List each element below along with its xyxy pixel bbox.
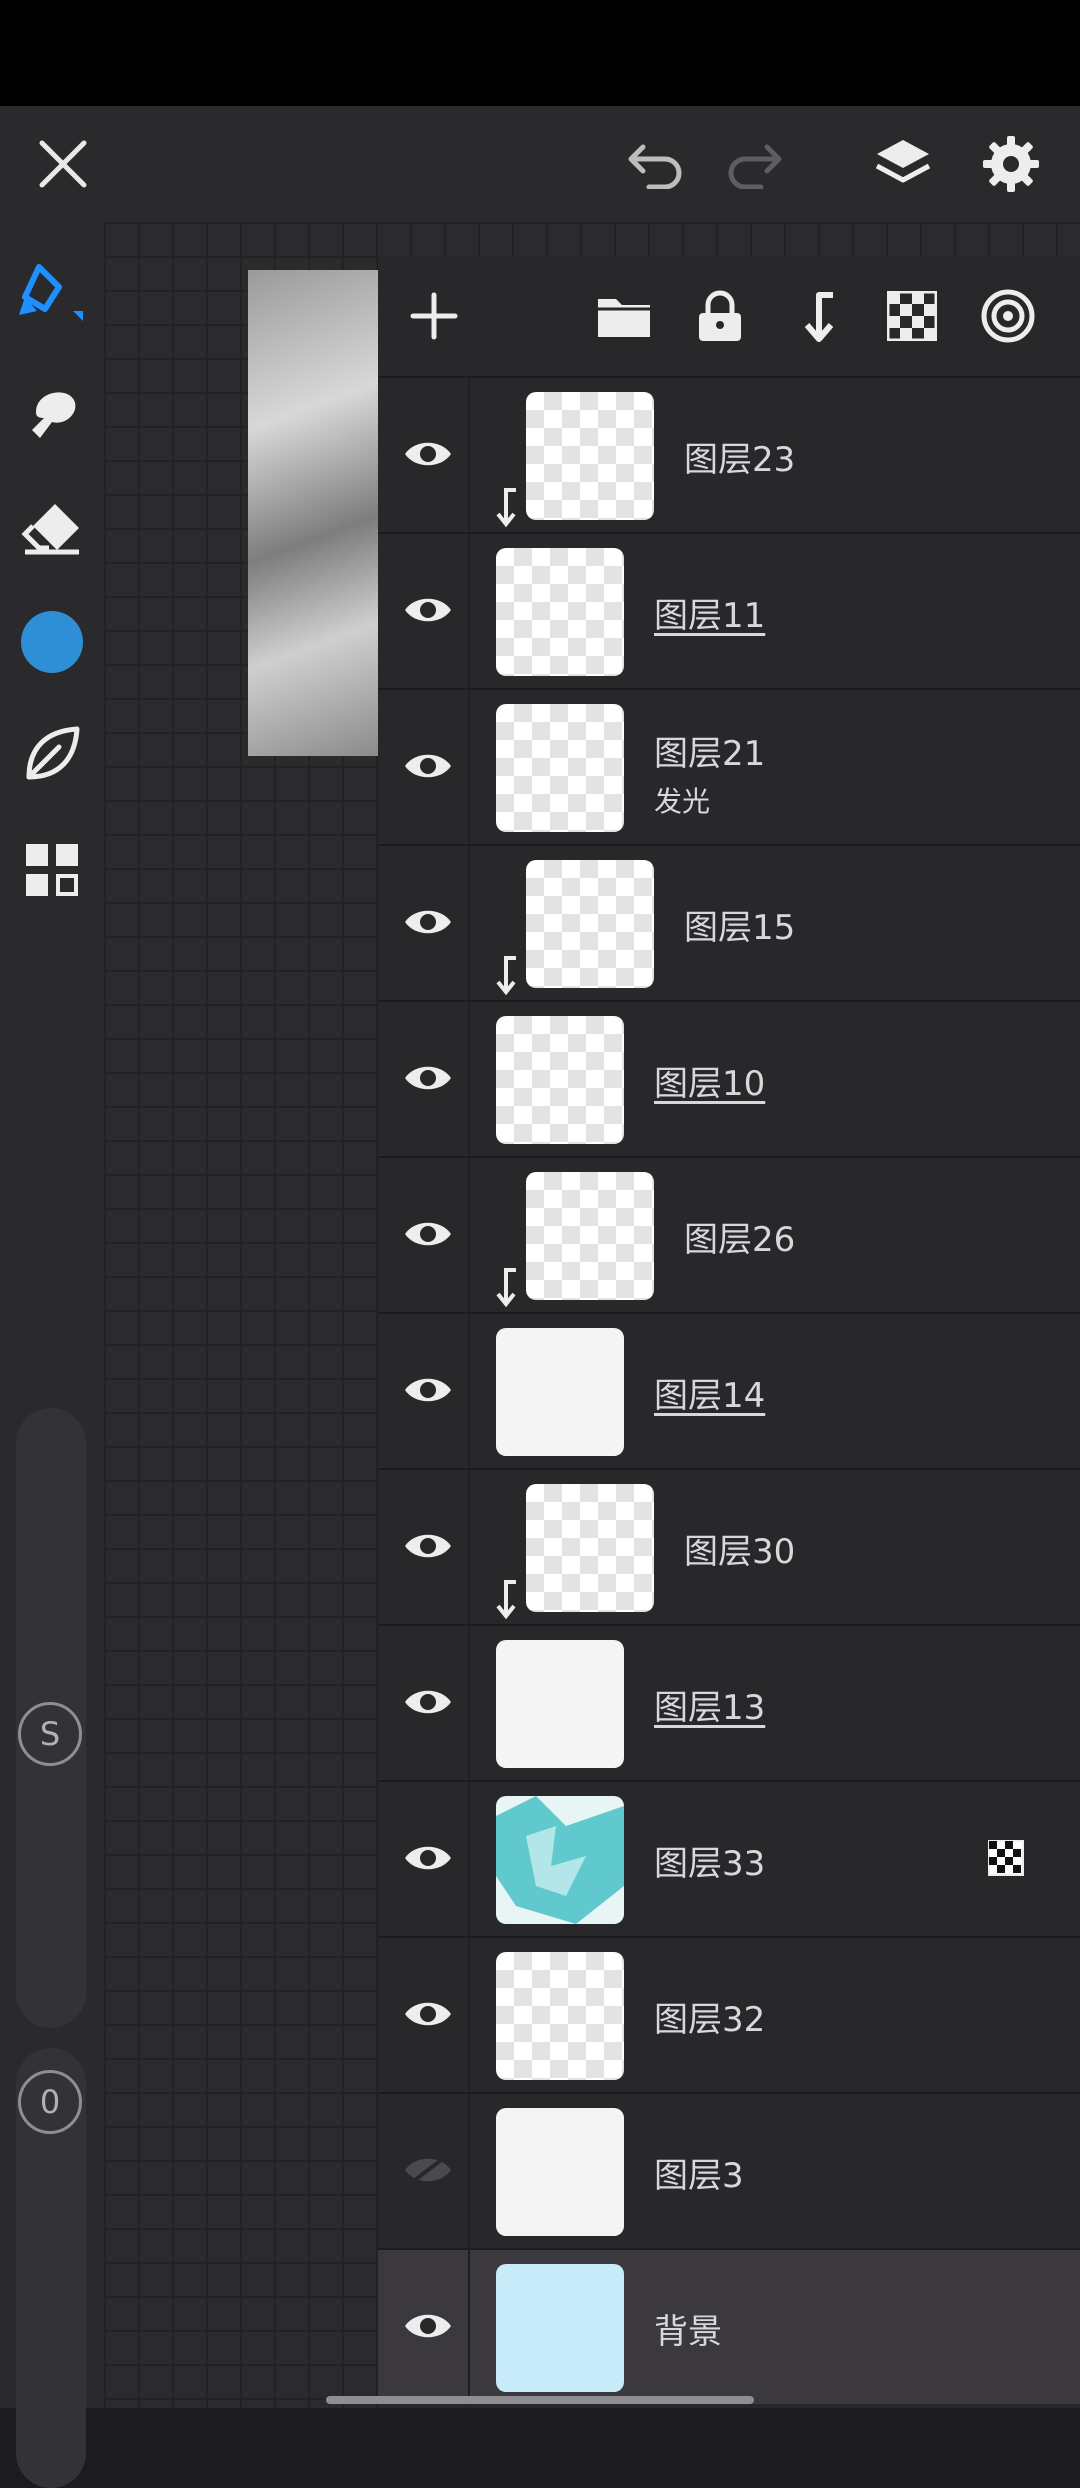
layer-thumbnail [496, 704, 624, 832]
canvas-artwork-preview [248, 270, 378, 756]
clip-arrow-icon [490, 486, 520, 530]
grid-apps-icon[interactable] [14, 832, 90, 908]
layer-thumbnail [496, 1016, 624, 1144]
layer-thumbnail [496, 2108, 624, 2236]
row-divider [468, 1626, 470, 1782]
layer-row[interactable]: 图层3 [378, 2092, 1080, 2250]
eye-icon[interactable] [396, 1046, 460, 1110]
layer-panel-toolbar [378, 256, 1080, 376]
layer-thumbnail [526, 860, 654, 988]
eye-hidden-icon[interactable] [396, 2138, 460, 2202]
target-icon[interactable] [976, 284, 1040, 348]
alpha-lock-icon [988, 1840, 1024, 1880]
row-divider [468, 846, 470, 1002]
eye-icon[interactable] [396, 1670, 460, 1734]
row-divider [468, 2094, 470, 2250]
eye-icon[interactable] [396, 1982, 460, 2046]
eye-icon[interactable] [396, 1358, 460, 1422]
eye-icon[interactable] [396, 1826, 460, 1890]
eye-icon[interactable] [396, 1514, 460, 1578]
layer-blend-mode: 发光 [654, 785, 711, 818]
layer-name: 图层23 [684, 440, 796, 480]
layer-row[interactable]: 图层32 [378, 1936, 1080, 2094]
row-divider [468, 2250, 470, 2406]
layer-thumbnail [526, 1172, 654, 1300]
color-swatch[interactable] [14, 604, 90, 680]
layer-row[interactable]: 图层26 [378, 1156, 1080, 1314]
pen-tool-icon[interactable] [14, 256, 90, 332]
opacity-slider-knob[interactable]: 0 [18, 2070, 82, 2134]
eye-icon[interactable] [396, 1202, 460, 1266]
layer-name: 图层11 [654, 596, 766, 636]
layer-name: 图层15 [684, 908, 796, 948]
layer-thumbnail [496, 2264, 624, 2392]
layer-thumbnail [526, 392, 654, 520]
layer-row[interactable]: 图层13 [378, 1624, 1080, 1782]
top-toolbar [0, 106, 1080, 222]
leaf-shape-icon[interactable] [14, 716, 90, 792]
layer-name: 图层26 [684, 1220, 796, 1260]
lock-icon[interactable] [688, 284, 752, 348]
layer-thumbnail [496, 548, 624, 676]
layer-thumbnail [496, 1952, 624, 2080]
eraser-icon[interactable] [14, 490, 90, 566]
eye-icon[interactable] [396, 734, 460, 798]
layers-icon[interactable] [868, 106, 938, 222]
size-slider-knob[interactable]: S [18, 1702, 82, 1766]
layer-thumbnail [496, 1640, 624, 1768]
home-indicator [326, 2396, 754, 2404]
layer-name: 图层32 [654, 2000, 766, 2040]
layer-name: 图层33 [654, 1844, 766, 1884]
layer-name: 图层21 [654, 734, 766, 774]
layer-row[interactable]: 图层21 发光 [378, 688, 1080, 846]
layer-row[interactable]: 图层23 [378, 376, 1080, 534]
redo-icon[interactable] [718, 106, 788, 222]
layer-row[interactable]: 图层30 [378, 1468, 1080, 1626]
folder-icon[interactable] [592, 284, 656, 348]
layer-row[interactable]: 图层14 [378, 1312, 1080, 1470]
layer-row[interactable]: 图层10 [378, 1000, 1080, 1158]
row-divider [468, 690, 470, 846]
size-slider-label: S [39, 1715, 61, 1753]
eye-icon[interactable] [396, 578, 460, 642]
row-divider [468, 534, 470, 690]
smudge-icon[interactable] [14, 374, 90, 450]
clip-arrow-icon [490, 1266, 520, 1310]
eye-icon[interactable] [396, 890, 460, 954]
gear-icon[interactable] [976, 106, 1046, 222]
row-divider [468, 1002, 470, 1158]
opacity-slider-label: 0 [39, 2083, 61, 2121]
checkerboard-icon[interactable] [880, 284, 944, 348]
status-bar [0, 0, 1080, 106]
layer-name: 图层13 [654, 1688, 766, 1728]
row-divider [468, 1314, 470, 1470]
layer-row[interactable]: 图层11 [378, 532, 1080, 690]
add-layer-icon[interactable] [402, 284, 466, 348]
layer-name: 图层3 [654, 2156, 744, 2196]
layer-thumbnail [526, 1484, 654, 1612]
layer-name: 图层10 [654, 1064, 766, 1104]
eye-icon[interactable] [396, 2294, 460, 2358]
layer-row[interactable]: 背景 [378, 2248, 1080, 2406]
layer-row[interactable]: 图层33 [378, 1780, 1080, 1938]
row-divider [468, 378, 470, 534]
eye-icon[interactable] [396, 422, 460, 486]
clip-arrow-icon [490, 954, 520, 998]
row-divider [468, 1470, 470, 1626]
clip-arrow-icon [490, 1578, 520, 1622]
layer-panel: 图层23 图层11 图层21 发光图层15 图层10 图层26 图层14 图层30 图层13 图层… [378, 256, 1080, 2408]
layer-thumbnail [496, 1328, 624, 1456]
layer-thumbnail [496, 1796, 624, 1924]
row-divider [468, 1782, 470, 1938]
row-divider [468, 1158, 470, 1314]
layer-row[interactable]: 图层15 [378, 844, 1080, 1002]
layer-name: 背景 [654, 2312, 722, 2352]
layer-name: 图层30 [684, 1532, 796, 1572]
clip-arrow-icon[interactable] [784, 284, 848, 348]
undo-icon[interactable] [622, 106, 692, 222]
row-divider [468, 1938, 470, 2094]
left-toolbar: S 0 [0, 222, 104, 2488]
layer-name: 图层14 [654, 1376, 766, 1416]
close-icon[interactable] [28, 106, 98, 222]
